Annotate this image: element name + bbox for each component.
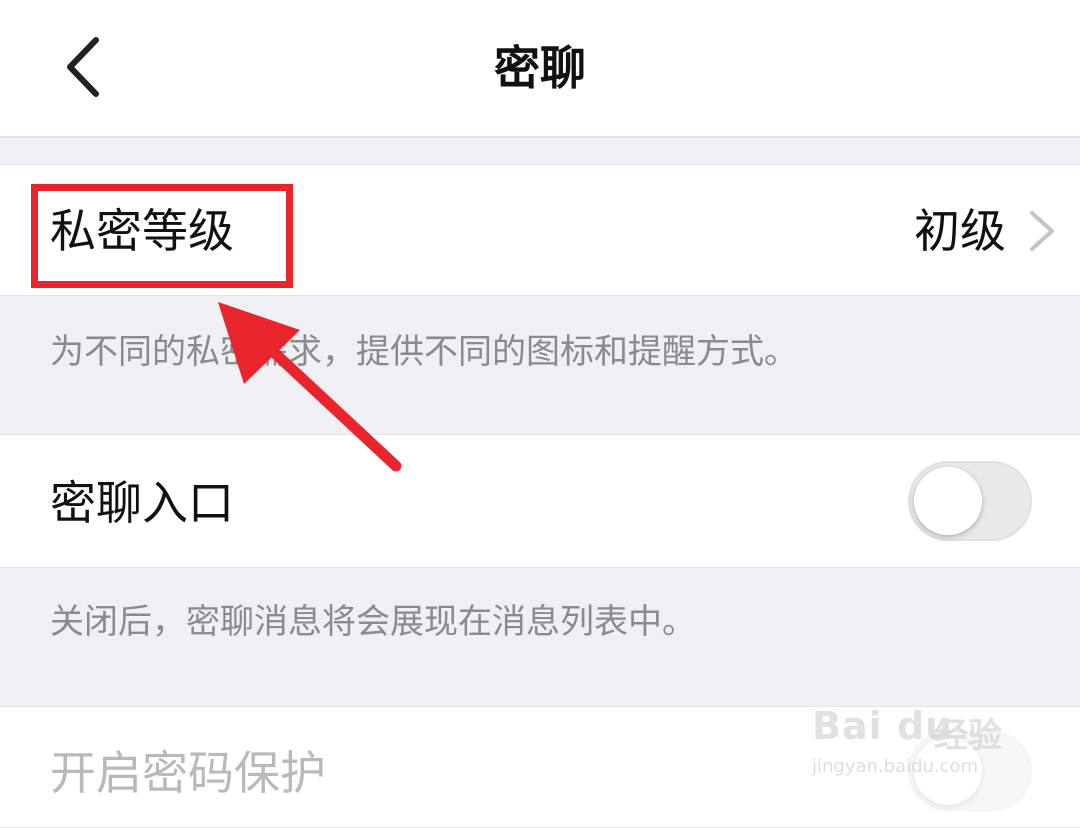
chat-entry-toggle[interactable] xyxy=(908,461,1032,541)
privacy-level-description: 为不同的私密需求，提供不同的图标和提醒方式。 xyxy=(50,332,798,372)
privacy-level-value: 初级 xyxy=(914,204,1006,258)
toggle-knob xyxy=(914,467,982,535)
highlight-box xyxy=(31,184,293,288)
chat-entry-label: 密聊入口 xyxy=(50,476,234,530)
watermark-url: jingyan.baidu.com xyxy=(812,756,979,777)
chat-entry-row: 密聊入口 xyxy=(0,434,1080,568)
watermark-brand-cn: 经验 xyxy=(934,716,1002,756)
watermark: Bai du 经验 jingyan.baidu.com xyxy=(812,704,1022,788)
watermark-brand: Bai du xyxy=(812,704,954,748)
chat-entry-description: 关闭后，密聊消息将会展现在消息列表中。 xyxy=(50,602,696,642)
nav-header: 密聊 xyxy=(0,0,1080,138)
password-protect-label: 开启密码保护 xyxy=(50,746,326,800)
page-title: 密聊 xyxy=(494,41,586,95)
chevron-right-icon xyxy=(1030,211,1054,251)
